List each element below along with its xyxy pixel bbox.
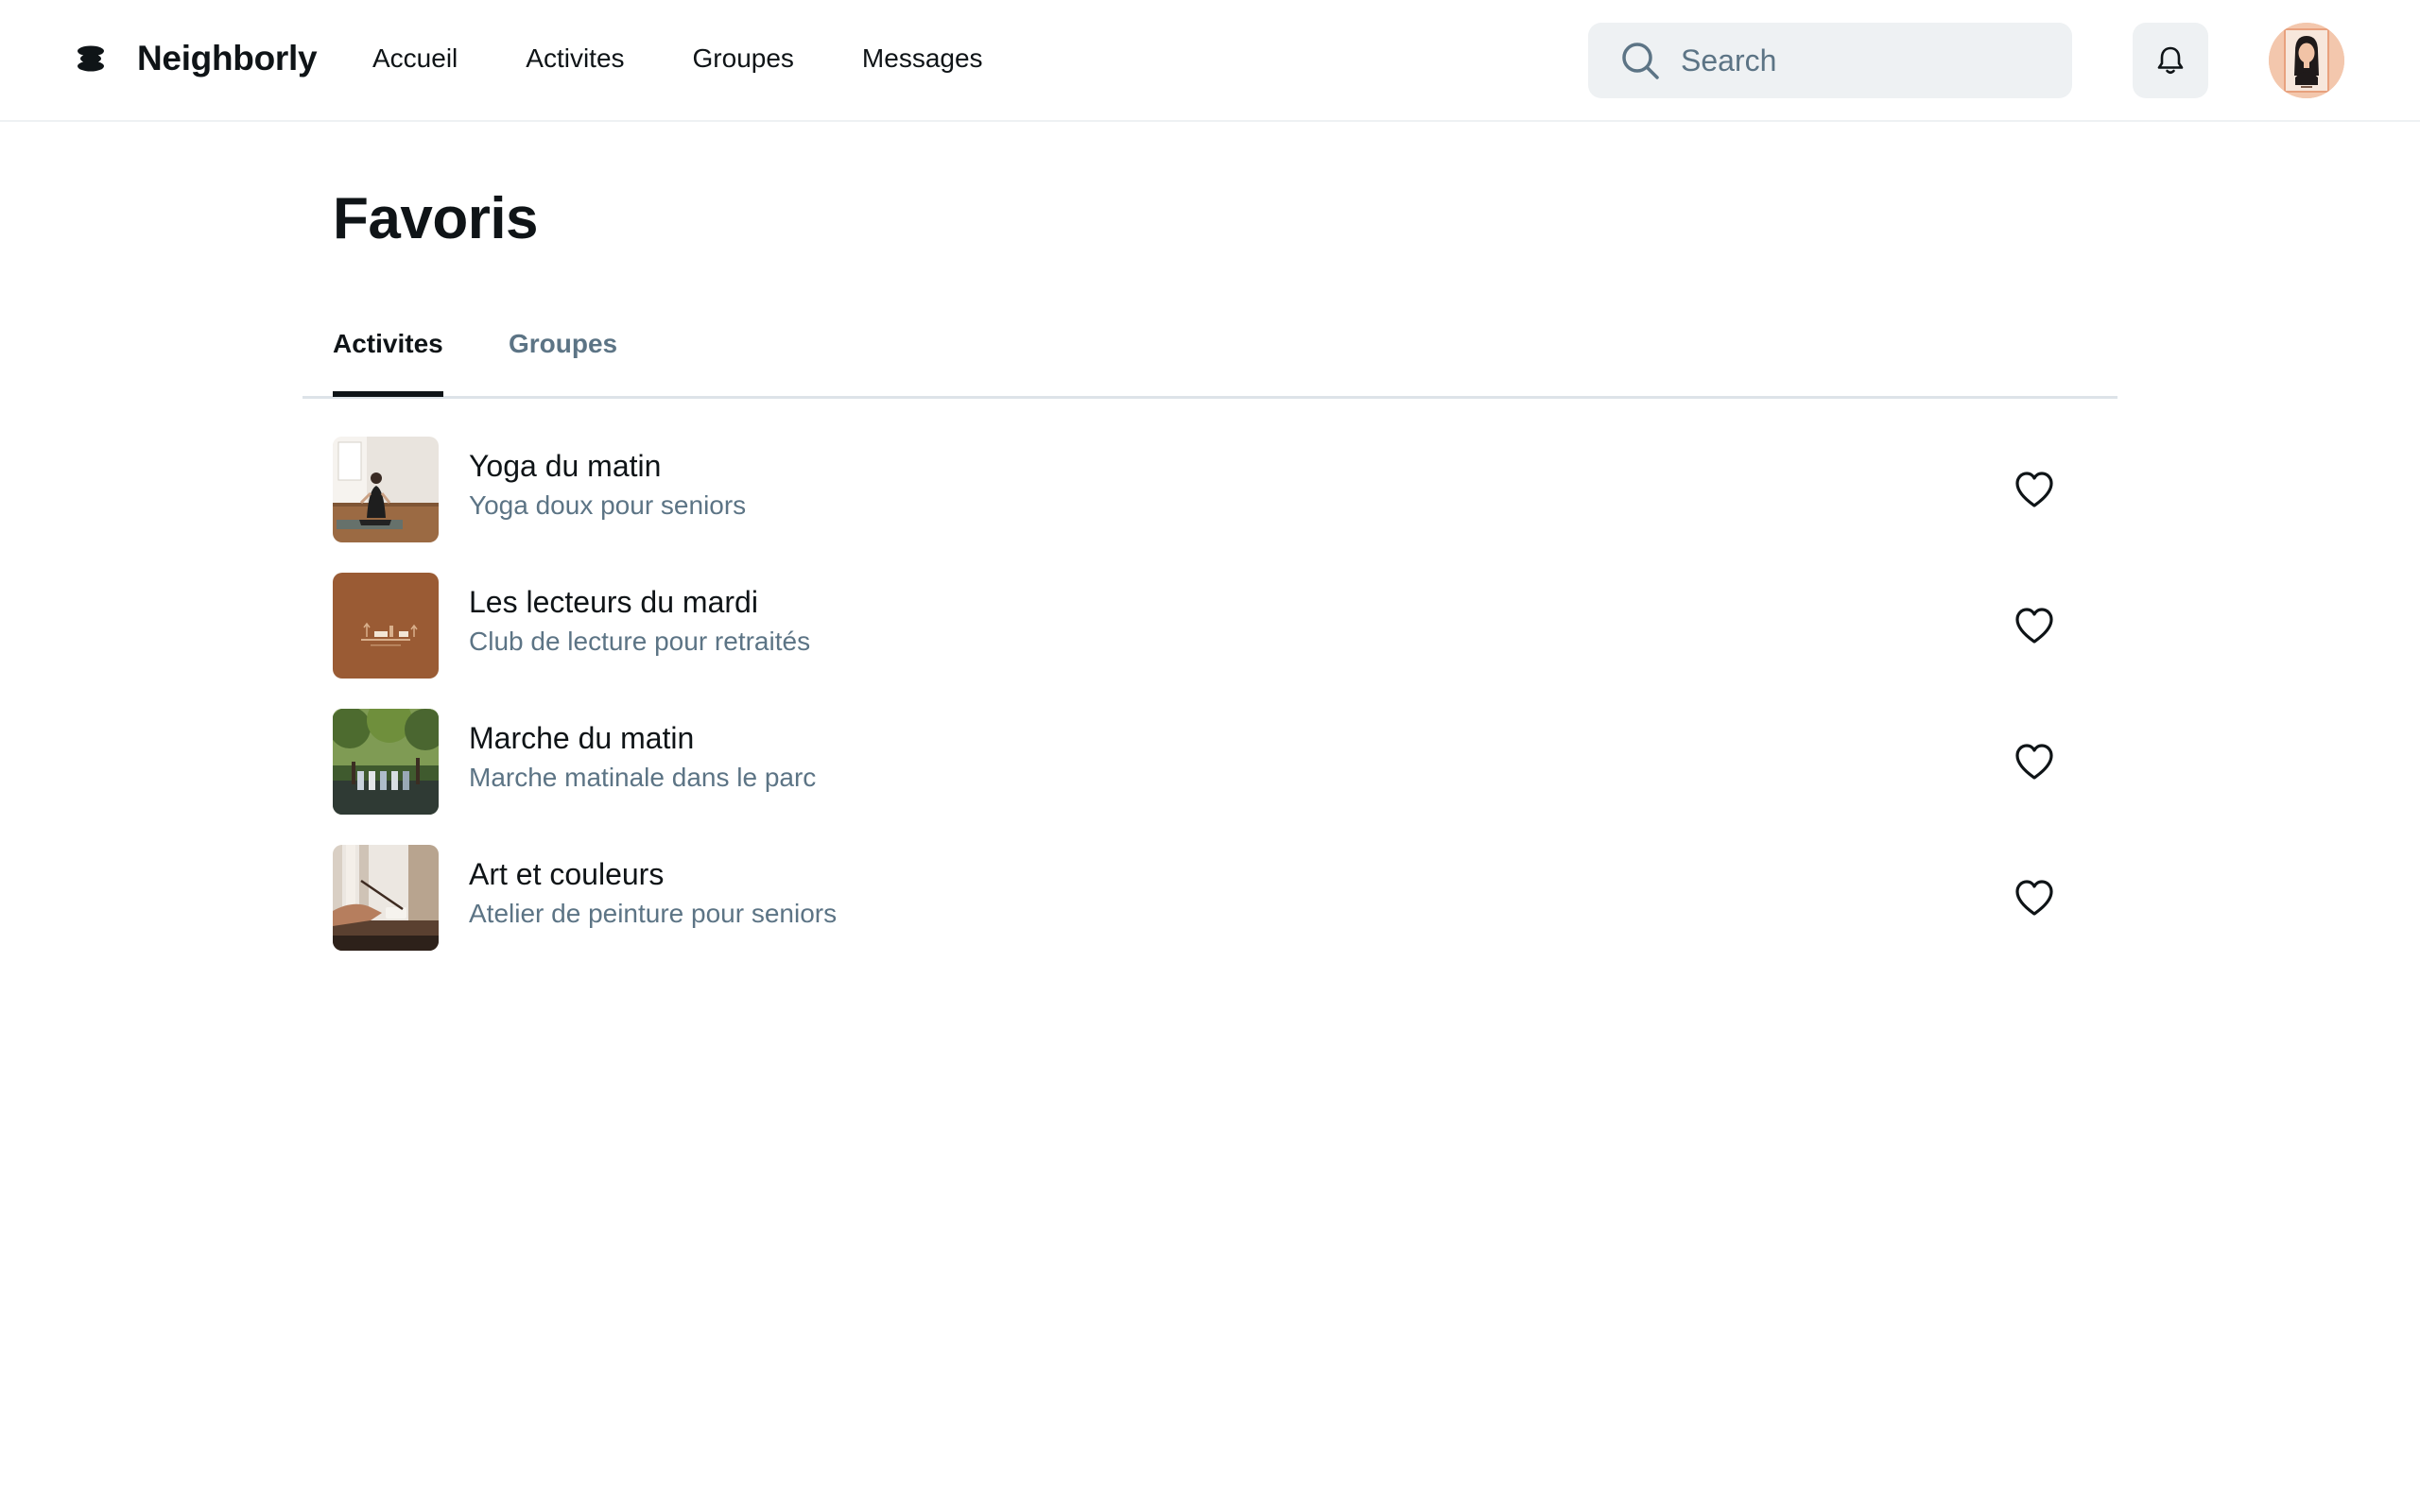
- bell-icon: [2157, 46, 2184, 75]
- logo-icon: [78, 45, 104, 72]
- tab-groupes[interactable]: Groupes: [509, 329, 617, 397]
- heart-icon[interactable]: [2012, 875, 2057, 920]
- search-icon: [1622, 43, 1659, 79]
- park-walk-thumbnail: [333, 709, 439, 815]
- list-item[interactable]: Yoga du matin Yoga doux pour seniors: [333, 437, 2087, 542]
- item-title: Art et couleurs: [469, 857, 665, 891]
- item-subtitle: Marche matinale dans le parc: [469, 763, 817, 792]
- avatar-image: [2269, 23, 2344, 98]
- page-title: Favoris: [333, 186, 539, 251]
- favorites-tabs: Activites Groupes: [302, 318, 2118, 399]
- item-subtitle: Atelier de peinture pour seniors: [469, 899, 838, 928]
- nav-item-groupes[interactable]: Groupes: [693, 43, 794, 74]
- list-item[interactable]: Marche du matin Marche matinale dans le …: [333, 709, 2087, 815]
- list-item[interactable]: Art et couleurs Atelier de peinture pour…: [333, 845, 2087, 951]
- item-title: Marche du matin: [469, 721, 695, 755]
- search-input[interactable]: [1679, 42, 2038, 79]
- item-subtitle: Yoga doux pour seniors: [469, 490, 747, 520]
- favorites-list: Yoga du matin Yoga doux pour seniors Les…: [333, 437, 2087, 981]
- notifications-button[interactable]: [2133, 23, 2208, 98]
- heart-icon[interactable]: [2012, 739, 2057, 784]
- brand[interactable]: Neighborly: [76, 34, 318, 83]
- top-navigation-bar: Neighborly Accueil Activites Groupes Mes…: [0, 0, 2420, 122]
- yoga-thumbnail: [333, 437, 439, 542]
- avatar[interactable]: [2269, 23, 2344, 98]
- painting-thumbnail: [333, 845, 439, 951]
- nav-item-activites[interactable]: Activites: [526, 43, 624, 74]
- heart-icon[interactable]: [2012, 603, 2057, 648]
- search-bar[interactable]: [1588, 23, 2072, 98]
- brand-name: Neighborly: [137, 39, 318, 77]
- nav-item-messages[interactable]: Messages: [862, 43, 983, 74]
- reading-club-thumbnail: [333, 573, 439, 679]
- item-title: Yoga du matin: [469, 449, 662, 483]
- heart-icon[interactable]: [2012, 467, 2057, 512]
- main-nav: Accueil Activites Groupes Messages: [372, 34, 1051, 83]
- item-subtitle: Club de lecture pour retraités: [469, 627, 811, 656]
- list-item[interactable]: Les lecteurs du mardi Club de lecture po…: [333, 573, 2087, 679]
- item-title: Les lecteurs du mardi: [469, 585, 758, 619]
- nav-item-accueil[interactable]: Accueil: [372, 43, 458, 74]
- tab-activites[interactable]: Activites: [333, 329, 443, 397]
